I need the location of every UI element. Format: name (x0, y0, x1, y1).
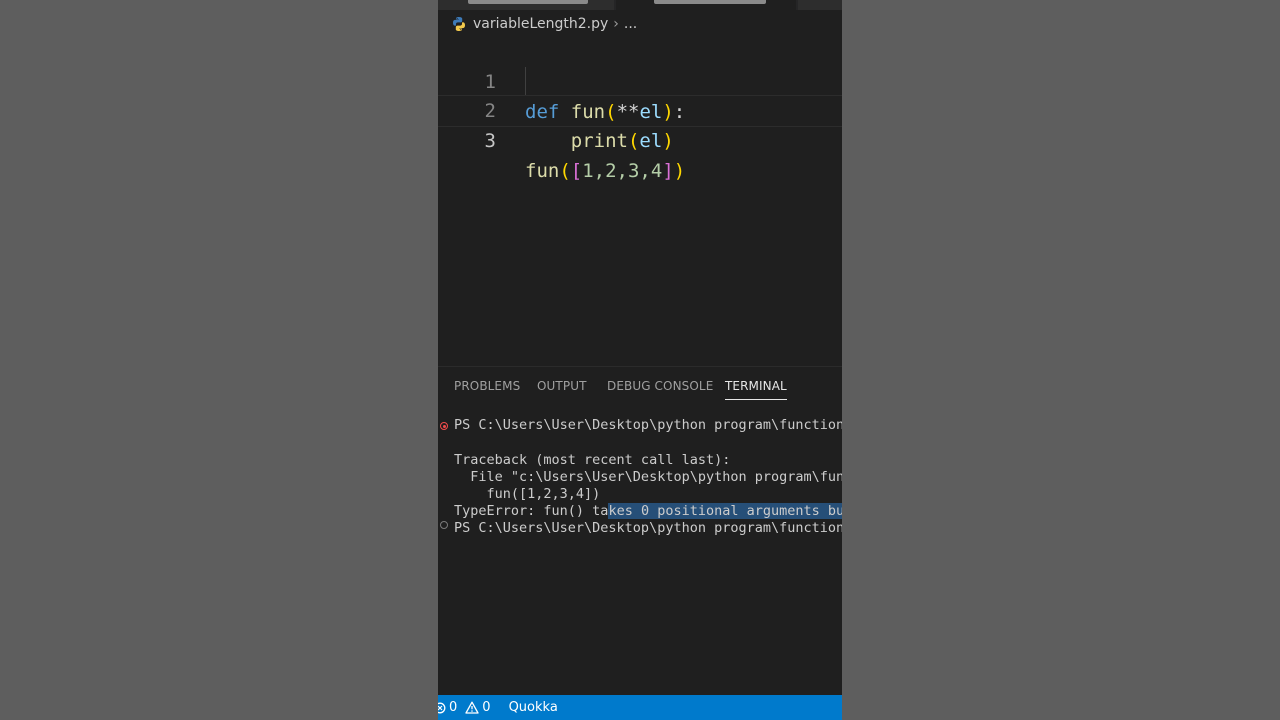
breadcrumb: variableLength2.py › ... (438, 12, 842, 36)
terminal-line: fun([1,2,3,4]) (454, 486, 601, 502)
terminal-selection: kes 0 positional arguments but (608, 503, 842, 519)
editor-tab-active[interactable] (616, 0, 796, 10)
terminal-text: TypeError: fun() ta (454, 503, 609, 519)
tab-output[interactable]: OUTPUT (537, 379, 587, 399)
breadcrumb-file[interactable]: variableLength2.py (473, 16, 608, 32)
status-bar: 0 0 Quokka (438, 695, 842, 720)
bottom-panel: PROBLEMS OUTPUT DEBUG CONSOLE TERMINAL P… (438, 366, 842, 696)
tab-debug-console[interactable]: DEBUG CONSOLE (607, 379, 713, 399)
paren: ( (559, 160, 571, 182)
paren: ) (662, 130, 674, 152)
function-call: fun (525, 160, 560, 182)
warning-icon (465, 701, 479, 714)
quokka-status[interactable]: Quokka (509, 700, 558, 715)
function-call: print (570, 130, 628, 152)
problems-indicator[interactable]: 0 0 (438, 700, 491, 715)
video-letterbox-right (842, 0, 1280, 720)
command-decoration-icon[interactable] (440, 521, 448, 529)
video-letterbox-left (0, 0, 438, 720)
bracket: [ (570, 160, 583, 182)
bracket: ] (662, 160, 674, 182)
warning-count: 0 (482, 700, 491, 715)
editor-tab[interactable] (438, 0, 614, 10)
vscode-window: variableLength2.py › ... 1 def fun(**el)… (438, 0, 842, 720)
paren: ) (673, 160, 686, 182)
command-error-decoration-icon[interactable] (440, 422, 448, 430)
code-line-current[interactable]: 3 fun([1,2,3,4]) (438, 95, 842, 182)
code-editor[interactable]: 1 def fun(**el): 2 print(el) 3 fun([1,2,… (438, 36, 842, 366)
error-icon (438, 702, 446, 714)
terminal-line-error: TypeError: fun() takes 0 positional argu… (454, 503, 842, 520)
paren: ( (627, 130, 640, 152)
line-number: 3 (484, 130, 496, 152)
code-line[interactable]: 2 print(el) (438, 66, 842, 152)
code-text: fun([1,2,3,4]) (525, 156, 685, 186)
terminal-line: File "c:\Users\User\Desktop\python progr… (454, 469, 842, 485)
editor-tab[interactable] (798, 0, 842, 10)
breadcrumb-separator: › (613, 16, 619, 32)
tab-problems[interactable]: PROBLEMS (454, 379, 520, 399)
editor-tab-strip (438, 0, 842, 10)
terminal-line: Traceback (most recent call last): (454, 452, 731, 468)
code-text: print(el) (525, 126, 674, 156)
terminal-line: PS C:\Users\User\Desktop\python program\… (454, 520, 842, 536)
argument: el (639, 130, 663, 152)
breadcrumb-more[interactable]: ... (624, 16, 637, 32)
terminal-line: PS C:\Users\User\Desktop\python program\… (454, 417, 842, 433)
python-file-icon (451, 16, 467, 32)
panel-tabs: PROBLEMS OUTPUT DEBUG CONSOLE TERMINAL (438, 367, 842, 407)
list-values: 1,2,3,4 (582, 160, 663, 182)
code-line[interactable]: 1 def fun(**el): (438, 37, 842, 123)
tab-terminal[interactable]: TERMINAL (725, 379, 787, 400)
error-count: 0 (449, 700, 458, 715)
